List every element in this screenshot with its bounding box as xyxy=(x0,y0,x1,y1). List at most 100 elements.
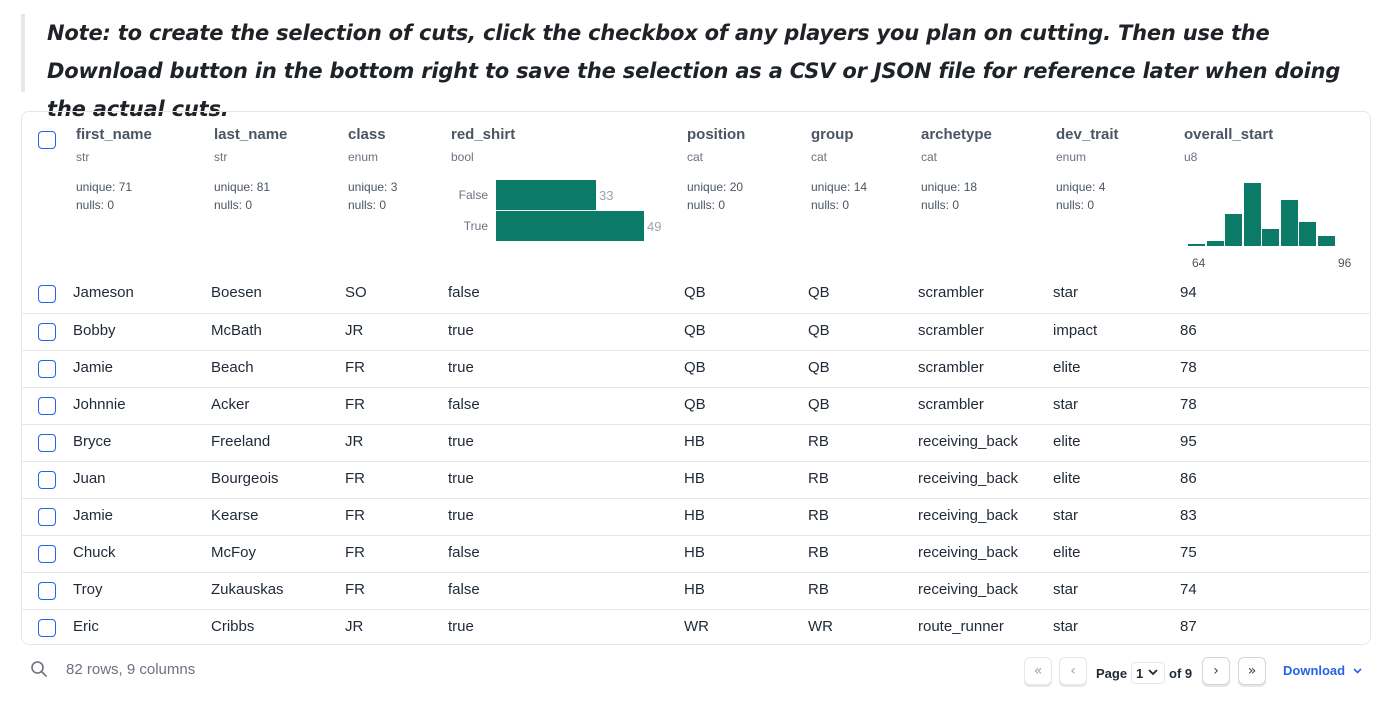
cell-overall-start: 78 xyxy=(1180,396,1197,413)
row-checkbox[interactable] xyxy=(38,397,56,415)
column-stat-line: unique: 18 xyxy=(921,180,978,194)
histogram-bar xyxy=(1206,241,1224,246)
cell-red-shirt: true xyxy=(448,618,474,635)
row-checkbox[interactable] xyxy=(38,545,56,563)
cell-group: WR xyxy=(808,618,833,635)
cell-class: JR xyxy=(345,322,364,339)
histogram-bar xyxy=(1262,229,1279,246)
true-bar xyxy=(496,211,644,241)
column-stat-line: nulls: 0 xyxy=(348,198,387,212)
column-stat-line: nulls: 0 xyxy=(1056,198,1095,212)
histogram-bar xyxy=(1188,244,1205,246)
column-header-position[interactable]: position xyxy=(687,126,745,143)
cell-archetype: route_runner xyxy=(918,618,1004,635)
prev-page-button[interactable]: ‹ xyxy=(1059,657,1087,685)
select-all-checkbox[interactable] xyxy=(38,131,56,149)
column-header-class[interactable]: class xyxy=(348,126,386,143)
cell-dev-trait: star xyxy=(1053,618,1079,635)
row-checkbox[interactable] xyxy=(38,471,56,489)
true-label: True xyxy=(463,219,488,233)
cell-archetype: receiving_back xyxy=(918,544,1019,561)
column-stat-line: unique: 81 xyxy=(214,180,271,194)
first-page-button[interactable]: « xyxy=(1024,657,1052,685)
cell-archetype: receiving_back xyxy=(918,581,1019,598)
cell-red-shirt: true xyxy=(448,470,474,487)
next-page-button[interactable]: › xyxy=(1202,657,1230,685)
column-header-first-name[interactable]: first_name xyxy=(76,126,152,143)
column-stat-line: nulls: 0 xyxy=(214,198,253,212)
cell-class: FR xyxy=(345,581,365,598)
cell-position: QB xyxy=(684,322,706,339)
column-stat-line: unique: 4 xyxy=(1056,180,1106,194)
table-row[interactable]: Jamie Kearse FR true HB RB receiving_back star 8… xyxy=(22,498,1370,535)
row-checkbox[interactable] xyxy=(38,619,56,637)
column-header-dev-trait[interactable]: dev_trait xyxy=(1056,126,1119,143)
cell-class: FR xyxy=(345,507,365,524)
column-type-position: cat xyxy=(687,150,704,164)
row-checkbox[interactable] xyxy=(38,582,56,600)
cell-class: SO xyxy=(345,284,367,301)
column-header-archetype[interactable]: archetype xyxy=(921,126,992,143)
column-header-last-name[interactable]: last_name xyxy=(214,126,287,143)
cell-archetype: scrambler xyxy=(918,359,984,376)
true-count: 49 xyxy=(647,219,662,234)
cell-dev-trait: star xyxy=(1053,396,1079,413)
column-type-archetype: cat xyxy=(921,150,938,164)
cell-archetype: scrambler xyxy=(918,284,984,301)
column-stats-dev-trait: unique: 4 nulls: 0 xyxy=(1056,178,1105,214)
cell-overall-start: 74 xyxy=(1180,581,1197,598)
column-header-red-shirt[interactable]: red_shirt xyxy=(451,126,515,143)
column-stat-line: unique: 71 xyxy=(76,180,133,194)
cell-last-name: Acker xyxy=(211,396,250,413)
column-stats-archetype: unique: 18 nulls: 0 xyxy=(921,178,977,214)
cell-first-name: Jameson xyxy=(73,284,134,301)
cell-archetype: scrambler xyxy=(918,396,984,413)
cell-overall-start: 87 xyxy=(1180,618,1197,635)
table-row[interactable]: Juan Bourgeois FR true HB RB receiving_back eli… xyxy=(22,461,1370,498)
column-stat-line: nulls: 0 xyxy=(811,198,850,212)
table-row[interactable]: Bobby McBath JR true QB QB scrambler impact 86 xyxy=(22,313,1370,350)
table-row[interactable]: Eric Cribbs JR true WR WR route_runner star 87 xyxy=(22,609,1370,644)
cell-dev-trait: elite xyxy=(1053,544,1081,561)
page-select[interactable]: 1 xyxy=(1131,662,1165,684)
false-count: 33 xyxy=(599,188,614,203)
search-icon[interactable] xyxy=(30,660,48,678)
players-table: first_name str unique: 71 nulls: 0 last_name… xyxy=(21,111,1371,645)
table-header: first_name str unique: 71 nulls: 0 last_name… xyxy=(22,112,1370,276)
table-row[interactable]: Troy Zukauskas FR false HB RB receiving_back st… xyxy=(22,572,1370,609)
table-row[interactable]: Bryce Freeland JR true HB RB receiving_back eli… xyxy=(22,424,1370,461)
table-row[interactable]: Chuck McFoy FR false HB RB receiving_back elite… xyxy=(22,535,1370,572)
table-row[interactable]: Johnnie Acker FR false QB QB scrambler star 78 xyxy=(22,387,1370,424)
cell-overall-start: 95 xyxy=(1180,433,1197,450)
cell-red-shirt: false xyxy=(448,544,480,561)
column-stat-line: nulls: 0 xyxy=(921,198,960,212)
cell-position: QB xyxy=(684,359,706,376)
column-header-group[interactable]: group xyxy=(811,126,854,143)
table-row[interactable]: Jameson Boesen SO false QB QB scrambler star 94 xyxy=(22,276,1370,313)
cell-dev-trait: elite xyxy=(1053,359,1081,376)
cell-group: RB xyxy=(808,433,829,450)
page-total: of 9 xyxy=(1169,666,1193,681)
cell-red-shirt: true xyxy=(448,322,474,339)
row-checkbox[interactable] xyxy=(38,434,56,452)
cell-class: JR xyxy=(345,618,364,635)
row-checkbox[interactable] xyxy=(38,508,56,526)
row-checkbox[interactable] xyxy=(38,360,56,378)
cell-first-name: Bobby xyxy=(73,322,116,339)
download-button[interactable]: Download xyxy=(1283,663,1362,678)
red-shirt-summary-chart: False 33 True 49 xyxy=(452,180,692,244)
chevron-down-icon xyxy=(1353,666,1362,676)
histogram-bar xyxy=(1243,183,1261,246)
row-checkbox[interactable] xyxy=(38,323,56,341)
cell-red-shirt: true xyxy=(448,507,474,524)
cell-first-name: Troy xyxy=(73,581,103,598)
histogram-bar xyxy=(1225,214,1242,246)
cell-archetype: receiving_back xyxy=(918,433,1019,450)
row-checkbox[interactable] xyxy=(38,285,56,303)
last-page-button[interactable]: » xyxy=(1238,657,1266,685)
cell-first-name: Juan xyxy=(73,470,106,487)
column-header-overall-start[interactable]: overall_start xyxy=(1184,126,1273,143)
table-row[interactable]: Jamie Beach FR true QB QB scrambler elite 78 xyxy=(22,350,1370,387)
overall-start-histogram xyxy=(1188,176,1354,246)
cell-class: FR xyxy=(345,544,365,561)
